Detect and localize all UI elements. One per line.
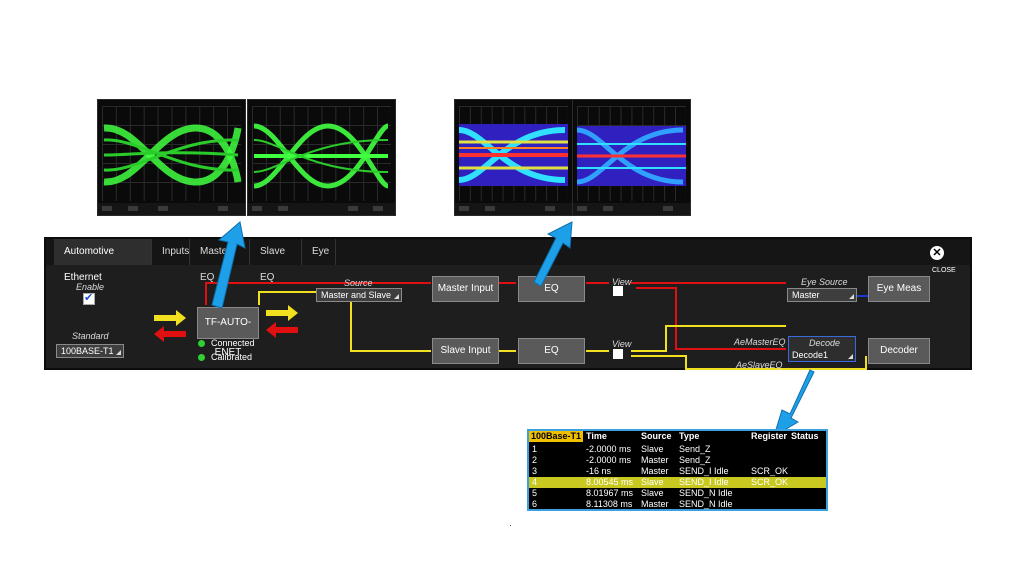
eye-source-dropdown[interactable]: Master	[787, 288, 857, 302]
cell-source: Master	[641, 499, 669, 509]
cell-idx: 5	[532, 488, 538, 498]
cell-idx: 4	[532, 477, 538, 487]
cell-type: Send_Z	[679, 444, 711, 454]
cell-time: -16 ns	[586, 466, 612, 476]
cell-time: 8.11308 ms	[586, 499, 633, 509]
probe-button[interactable]: TF-AUTO-ENET	[197, 307, 259, 358]
calibrated-status: Calibrated	[211, 352, 253, 362]
decode-label: Decode	[809, 338, 841, 348]
eye-source-label: Eye Source	[801, 277, 848, 287]
source-dropdown[interactable]: Master and Slave	[316, 288, 402, 302]
dropdown-arrow-icon	[848, 354, 853, 359]
automotive-ethernet-panel: Automotive Ethernet Inputs Master EQ Sla…	[44, 237, 972, 370]
table-row[interactable]: 4 8.00545 ms Slave SEND_I Idle SCR_OK	[529, 477, 826, 488]
table-row[interactable]: 1 -2.0000 ms Slave Send_Z	[529, 444, 826, 455]
cell-idx: 3	[532, 466, 538, 476]
cell-type: Send_Z	[679, 455, 711, 465]
master-view-checkbox[interactable]	[613, 286, 623, 296]
cell-source: Master	[641, 466, 669, 476]
cell-source: Master	[641, 455, 669, 465]
header-type[interactable]: Type	[679, 431, 699, 442]
decode-value: Decode1	[792, 350, 829, 360]
cell-time: 8.00545 ms	[586, 477, 634, 487]
cell-time: -2.0000 ms	[586, 444, 632, 454]
connected-indicator	[198, 340, 205, 347]
decode-table-header: 100Base-T1 Time Source Type Register Sta…	[529, 431, 826, 443]
table-row[interactable]: 3 -16 ns Master SEND_I Idle SCR_OK	[529, 466, 826, 477]
cell-idx: 6	[532, 499, 538, 509]
slave-eq-button[interactable]: EQ	[518, 338, 585, 364]
cell-type: SEND_I Idle	[679, 477, 729, 487]
eye-diagram-master	[97, 99, 246, 216]
eye-diagram-slave-eq	[572, 99, 691, 216]
source-label: Source	[344, 278, 373, 288]
connected-status: Connected	[211, 338, 255, 348]
cell-source: Slave	[641, 488, 664, 498]
master-eq-button[interactable]: EQ	[518, 276, 585, 302]
header-protocol: 100Base-T1	[529, 431, 584, 442]
ae-master-eq-label: AeMasterEQ	[734, 337, 786, 347]
page-dot	[510, 525, 511, 526]
cell-idx: 1	[532, 444, 538, 454]
dropdown-arrow-icon	[394, 294, 399, 299]
cell-source: Slave	[641, 444, 664, 454]
eye-source-value: Master	[792, 290, 820, 300]
decoder-button[interactable]: Decoder	[868, 338, 930, 364]
cell-type: SEND_I Idle	[679, 466, 729, 476]
slave-view-checkbox[interactable]	[613, 349, 623, 359]
table-row[interactable]: 5 8.01967 ms Slave SEND_N Idle	[529, 488, 826, 499]
cell-idx: 2	[532, 455, 538, 465]
table-row[interactable]: 6 8.11308 ms Master SEND_N Idle	[529, 499, 826, 510]
header-source[interactable]: Source	[641, 431, 672, 442]
cell-time: 8.01967 ms	[586, 488, 634, 498]
cell-source: Slave	[641, 477, 664, 487]
eye-diagram-slave	[454, 99, 573, 216]
slave-input-button[interactable]: Slave Input	[432, 338, 499, 364]
master-input-button[interactable]: Master Input	[432, 276, 499, 302]
header-status[interactable]: Status	[791, 431, 819, 442]
decode-table: 100Base-T1 Time Source Type Register Sta…	[527, 429, 828, 511]
dropdown-arrow-icon	[849, 294, 854, 299]
slave-view-label: View	[612, 339, 632, 349]
table-row[interactable]: 2 -2.0000 ms Master Send_Z	[529, 455, 826, 466]
eye-meas-button[interactable]: Eye Meas	[868, 276, 930, 302]
ae-slave-eq-label: AeSlaveEQ	[736, 360, 783, 370]
calibrated-indicator	[198, 354, 205, 361]
eye-diagram-master-eq	[247, 99, 396, 216]
header-time[interactable]: Time	[586, 431, 607, 442]
cell-register: SCR_OK	[751, 477, 789, 487]
cell-register: SCR_OK	[751, 466, 789, 476]
cell-type: SEND_N Idle	[679, 499, 733, 509]
decode-dropdown[interactable]: Decode Decode1	[788, 336, 856, 362]
source-value: Master and Slave	[321, 290, 392, 300]
cell-type: SEND_N Idle	[679, 488, 733, 498]
cell-time: -2.0000 ms	[586, 455, 632, 465]
header-register[interactable]: Register	[751, 431, 787, 442]
